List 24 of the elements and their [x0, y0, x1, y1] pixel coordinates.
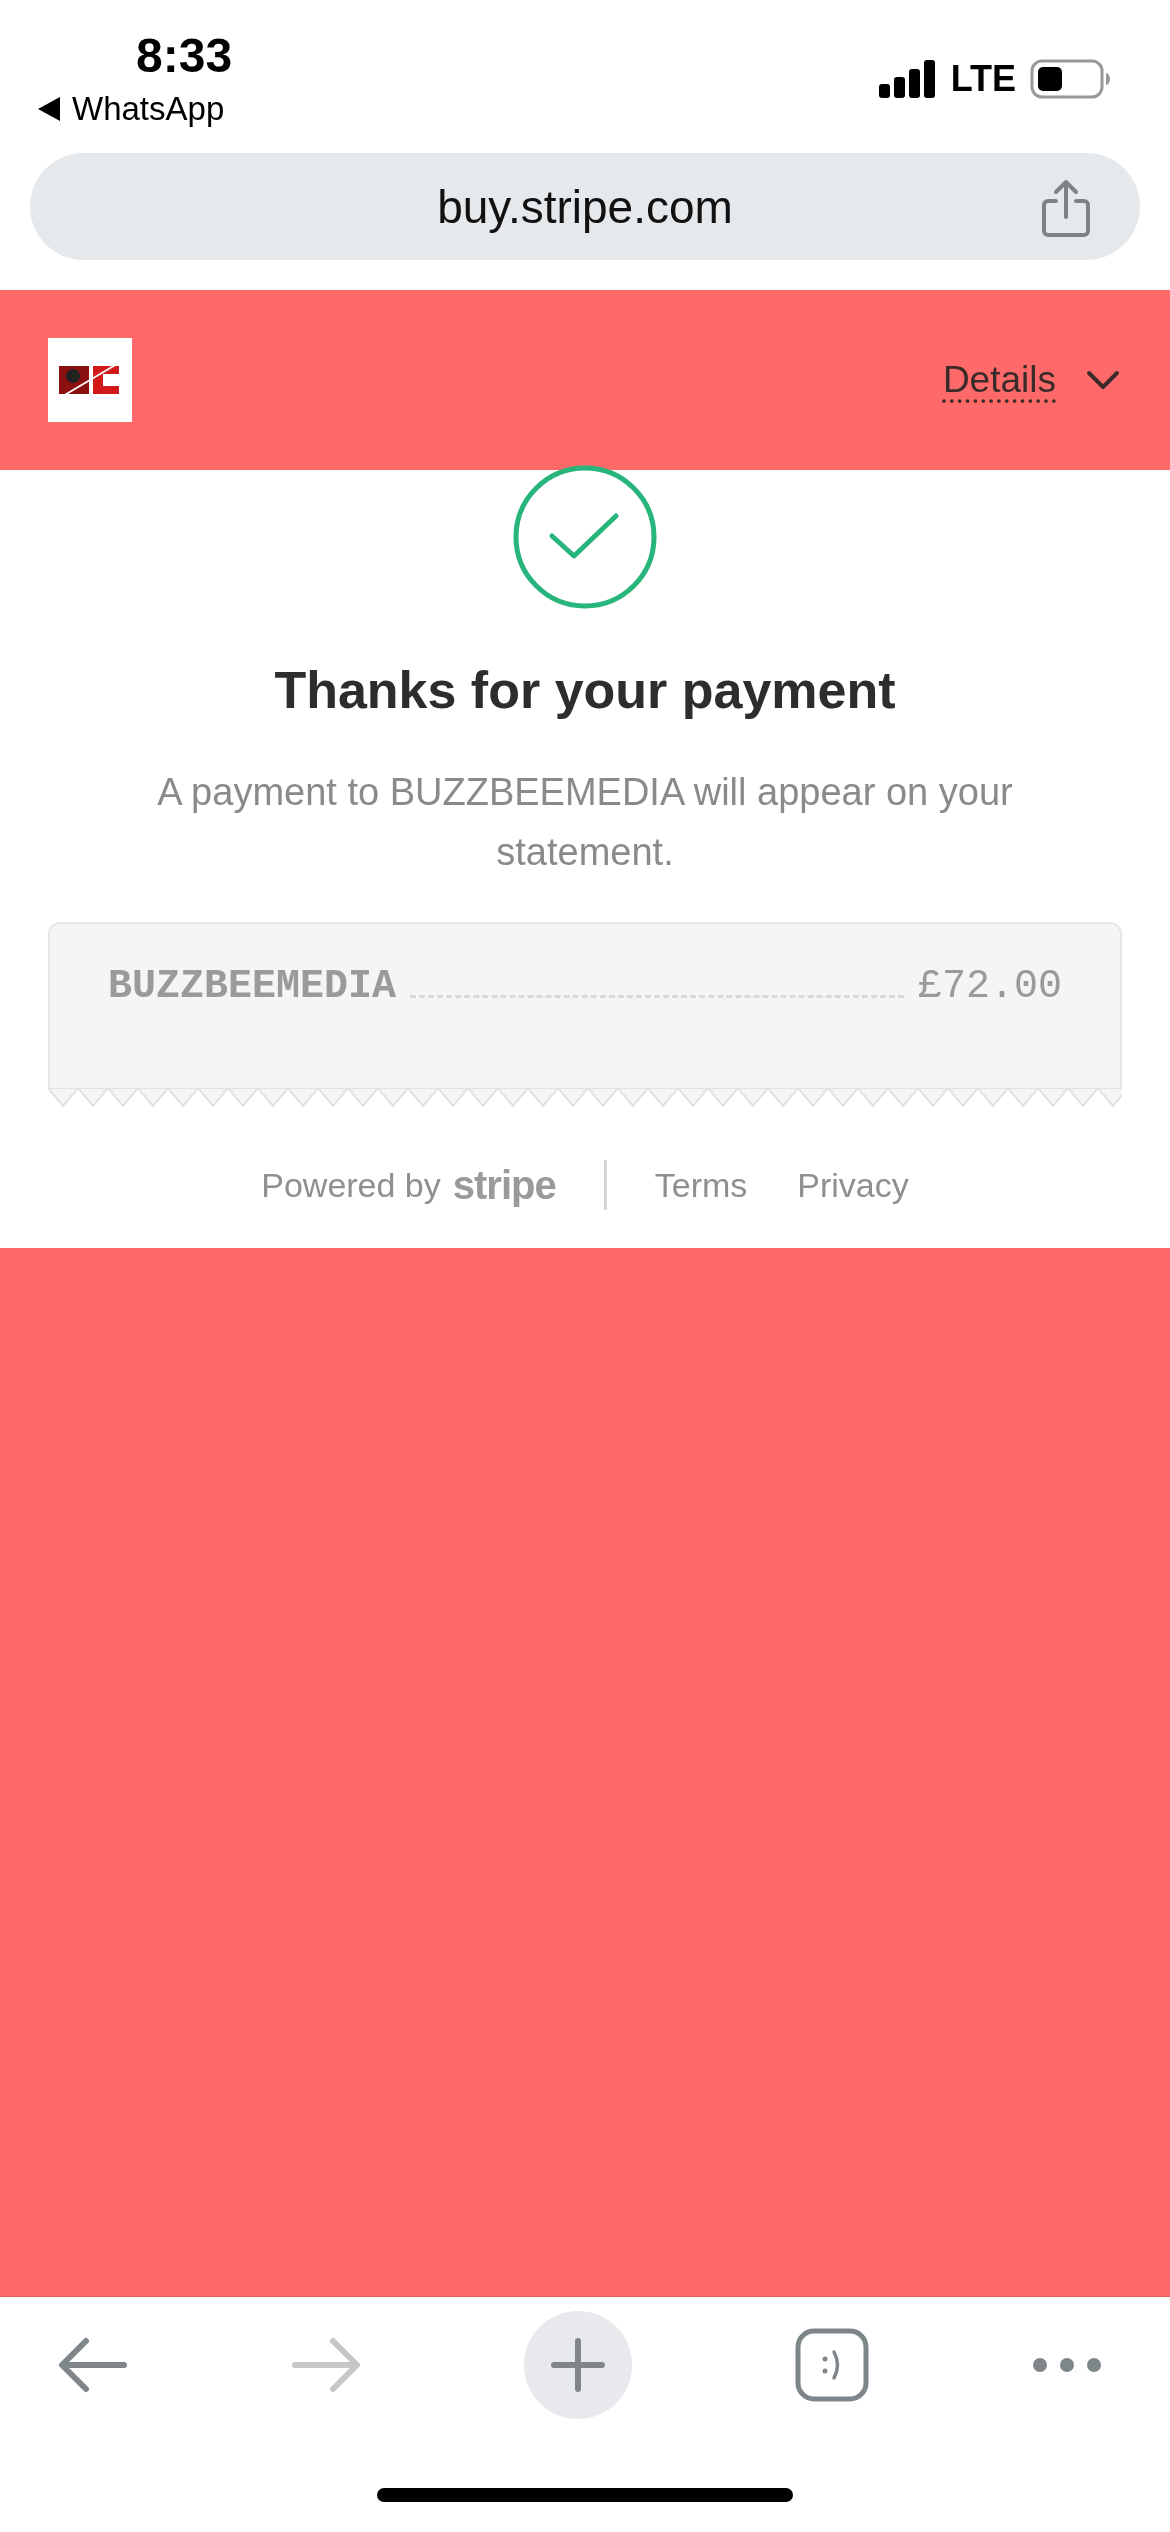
footer-link[interactable]: Privacy: [797, 1165, 909, 1205]
network-label: LTE: [950, 58, 1016, 100]
plus-icon: [551, 2337, 605, 2392]
footer-link[interactable]: Terms: [654, 1165, 748, 1205]
back-triangle-icon[interactable]: [38, 97, 60, 121]
more-icon[interactable]: [1032, 2356, 1102, 2373]
address-bar[interactable]: buy.stripe.com: [30, 153, 1140, 260]
stripe-wordmark[interactable]: stripe: [452, 1162, 556, 1208]
clock-time: 8:33: [136, 30, 233, 82]
signal-icon: [878, 60, 937, 98]
merchant-name: BUZZBEEMEDIA: [108, 963, 397, 1009]
chevron-down-icon[interactable]: [1086, 370, 1120, 390]
tabs-icon[interactable]: [795, 2327, 869, 2402]
url-text: buy.stripe.com: [437, 179, 733, 234]
share-icon[interactable]: [1040, 179, 1092, 239]
payment-amount: £72.00: [917, 963, 1062, 1009]
details-link[interactable]: Details: [942, 359, 1056, 401]
back-to-app-link[interactable]: WhatsApp: [72, 90, 225, 128]
back-arrow-icon[interactable]: [58, 2336, 128, 2393]
battery-icon: [1030, 59, 1110, 99]
confirmation-message: A payment to BUZZBEEMEDIA will appear on your statement.: [156, 770, 1014, 875]
powered-by-label: Powered by: [261, 1165, 441, 1205]
confirmation-title: Thanks for your payment: [274, 660, 896, 720]
success-check-icon: [512, 464, 658, 610]
